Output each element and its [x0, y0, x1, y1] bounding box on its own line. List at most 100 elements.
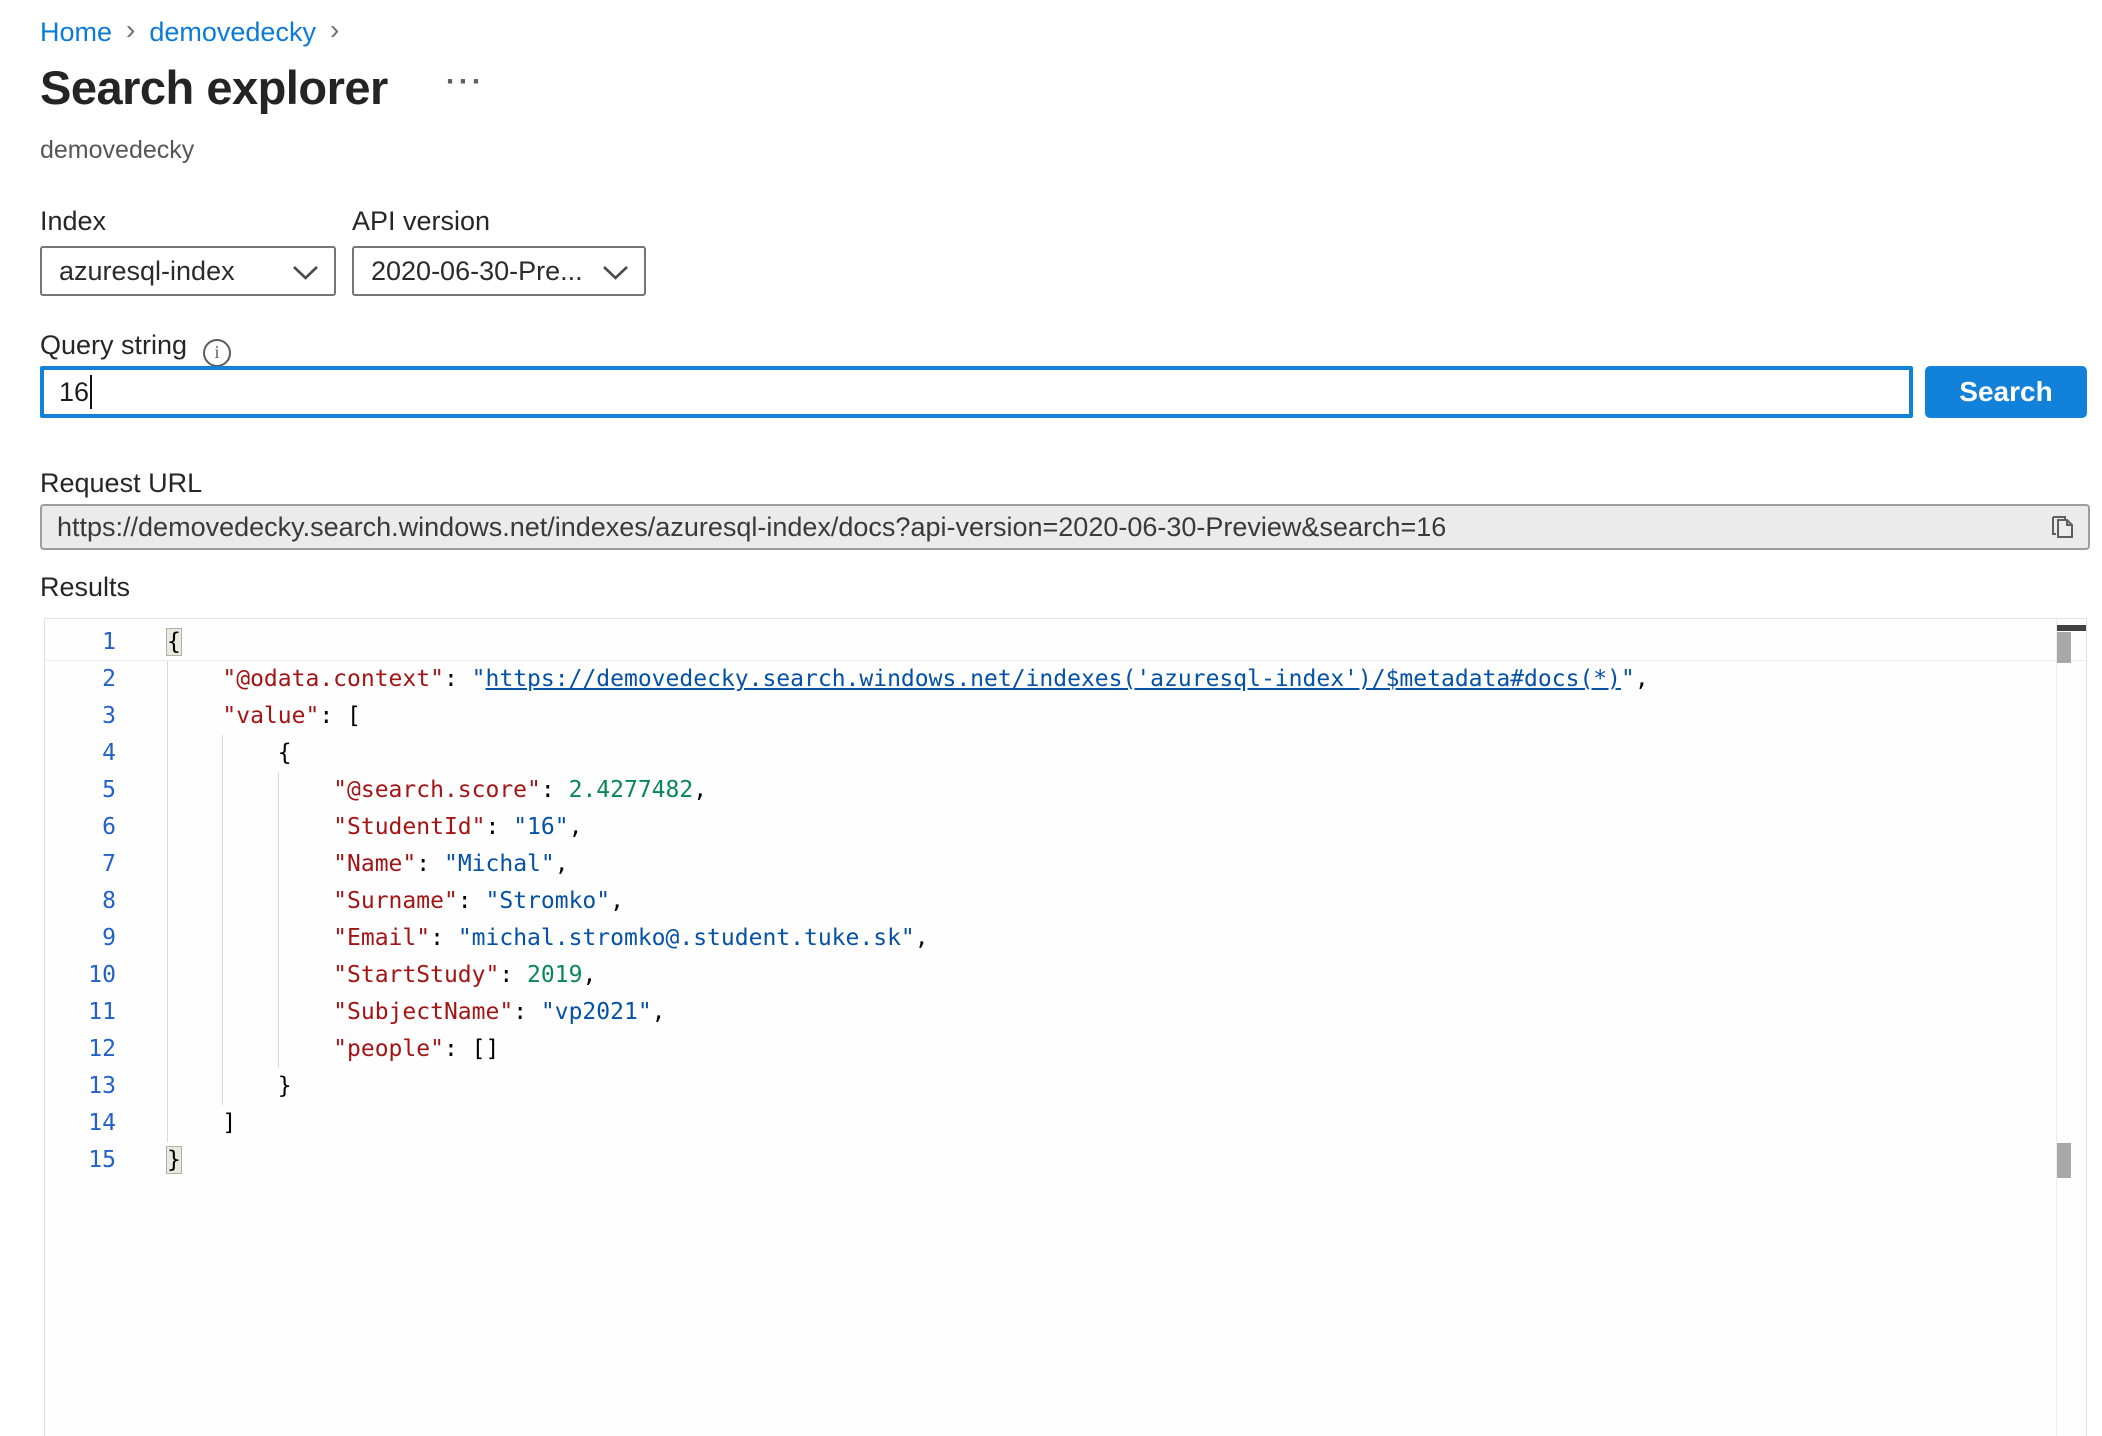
code-token: ,	[1635, 666, 1649, 692]
line-number: 5	[45, 772, 116, 809]
chevron-right-icon: ›	[126, 14, 135, 46]
code-token: "Email"	[333, 925, 430, 951]
line-number: 2	[45, 661, 116, 698]
chevron-down-icon	[602, 265, 629, 281]
code-token: "@search.score"	[333, 777, 541, 803]
code-token	[167, 666, 222, 692]
code-token: "@odata.context"	[222, 666, 444, 692]
code-token: "people"	[333, 1036, 444, 1062]
line-number: 1	[45, 624, 116, 660]
code-token: ,	[582, 962, 596, 988]
code-line[interactable]: 5 "@search.score": 2.4277482,	[45, 772, 2086, 809]
code-token: 2019	[527, 962, 582, 988]
search-explorer-page: Home › demovedecky › Search explorer ···…	[0, 0, 2102, 1436]
query-string-value: 16	[44, 377, 89, 408]
code-line[interactable]: 9 "Email": "michal.stromko@.student.tuke…	[45, 920, 2086, 957]
line-number: 8	[45, 883, 116, 920]
code-token: ,	[569, 814, 583, 840]
code-line[interactable]: 1{	[45, 624, 2086, 661]
request-url-label: Request URL	[40, 468, 202, 499]
odata-context-link[interactable]: https://demovedecky.search.windows.net/i…	[486, 666, 1621, 692]
code-token: ,	[693, 777, 707, 803]
line-number: 11	[45, 994, 116, 1031]
code-token: ,	[652, 999, 666, 1025]
breadcrumb-item-demovedecky[interactable]: demovedecky	[149, 17, 316, 48]
code-token: ,	[610, 888, 624, 914]
breadcrumb-item-home[interactable]: Home	[40, 17, 112, 48]
code-text: "Surname": "Stromko",	[116, 883, 624, 920]
code-token: :	[513, 999, 541, 1025]
code-line[interactable]: 14 ]	[45, 1105, 2086, 1142]
index-dropdown[interactable]: azuresql-index	[40, 246, 336, 296]
code-token	[167, 814, 333, 840]
code-token: {	[167, 629, 181, 655]
code-token: :	[499, 962, 527, 988]
code-text: "@odata.context": "https://demovedecky.s…	[116, 661, 1649, 698]
code-token: "Name"	[333, 851, 416, 877]
code-token: "SubjectName"	[333, 999, 513, 1025]
overview-ruler-cursor-mark[interactable]	[2057, 1143, 2071, 1178]
code-token: "michal.stromko@.student.tuke.sk"	[458, 925, 915, 951]
code-text: "Name": "Michal",	[116, 846, 569, 883]
api-version-label: API version	[352, 206, 490, 237]
code-token	[167, 851, 333, 877]
code-token: }	[167, 1147, 181, 1173]
code-line[interactable]: 15}	[45, 1142, 2086, 1179]
vertical-scrollbar-thumb[interactable]	[2057, 632, 2071, 663]
code-token: :	[416, 851, 444, 877]
code-line[interactable]: 4 {	[45, 735, 2086, 772]
code-token: :	[486, 814, 514, 840]
page-subtitle: demovedecky	[40, 136, 194, 165]
code-token	[167, 740, 278, 766]
code-line[interactable]: 13 }	[45, 1068, 2086, 1105]
code-token: 2.4277482	[569, 777, 694, 803]
code-token	[167, 1036, 333, 1062]
results-label: Results	[40, 572, 130, 603]
code-token: "	[472, 666, 486, 692]
code-token	[167, 888, 333, 914]
line-number: 13	[45, 1068, 116, 1105]
line-number: 10	[45, 957, 116, 994]
overview-ruler-mark	[2057, 625, 2086, 631]
breadcrumb: Home › demovedecky ›	[40, 16, 353, 48]
query-string-label-text: Query string	[40, 330, 187, 360]
code-line[interactable]: 2 "@odata.context": "https://demovedecky…	[45, 661, 2086, 698]
code-line[interactable]: 8 "Surname": "Stromko",	[45, 883, 2086, 920]
code-line[interactable]: 6 "StudentId": "16",	[45, 809, 2086, 846]
code-token	[167, 703, 222, 729]
line-number: 15	[45, 1142, 116, 1179]
results-editor[interactable]: 1{2 "@odata.context": "https://demovedec…	[44, 618, 2087, 1436]
code-token: "StartStudy"	[333, 962, 499, 988]
index-label: Index	[40, 206, 106, 237]
query-string-label: Query string i	[40, 330, 231, 367]
request-url-value: https://demovedecky.search.windows.net/i…	[42, 512, 1446, 543]
api-version-dropdown[interactable]: 2020-06-30-Pre...	[352, 246, 646, 296]
code-line[interactable]: 3 "value": [	[45, 698, 2086, 735]
line-number: 12	[45, 1031, 116, 1068]
code-token	[167, 999, 333, 1025]
copy-button[interactable]	[2046, 512, 2078, 544]
code-line[interactable]: 10 "StartStudy": 2019,	[45, 957, 2086, 994]
page-title: Search explorer	[40, 60, 388, 115]
code-token: "value"	[222, 703, 319, 729]
code-line[interactable]: 12 "people": []	[45, 1031, 2086, 1068]
code-token: "	[1621, 666, 1635, 692]
more-options-button[interactable]: ···	[446, 65, 485, 99]
line-number: 6	[45, 809, 116, 846]
code-line[interactable]: 11 "SubjectName": "vp2021",	[45, 994, 2086, 1031]
query-string-input[interactable]: 16	[40, 366, 1913, 418]
line-number: 14	[45, 1105, 116, 1142]
code-token: {	[278, 740, 292, 766]
request-url-field[interactable]: https://demovedecky.search.windows.net/i…	[40, 504, 2090, 550]
code-token	[167, 962, 333, 988]
code-text: ]	[116, 1105, 236, 1142]
code-token	[167, 1073, 278, 1099]
code-line[interactable]: 7 "Name": "Michal",	[45, 846, 2086, 883]
line-number: 7	[45, 846, 116, 883]
info-icon[interactable]: i	[203, 339, 231, 367]
code-token: ]	[222, 1110, 236, 1136]
code-token: :	[444, 666, 472, 692]
scrollbar-rail	[2056, 619, 2057, 1436]
code-token: :	[458, 888, 486, 914]
search-button[interactable]: Search	[1925, 366, 2087, 418]
